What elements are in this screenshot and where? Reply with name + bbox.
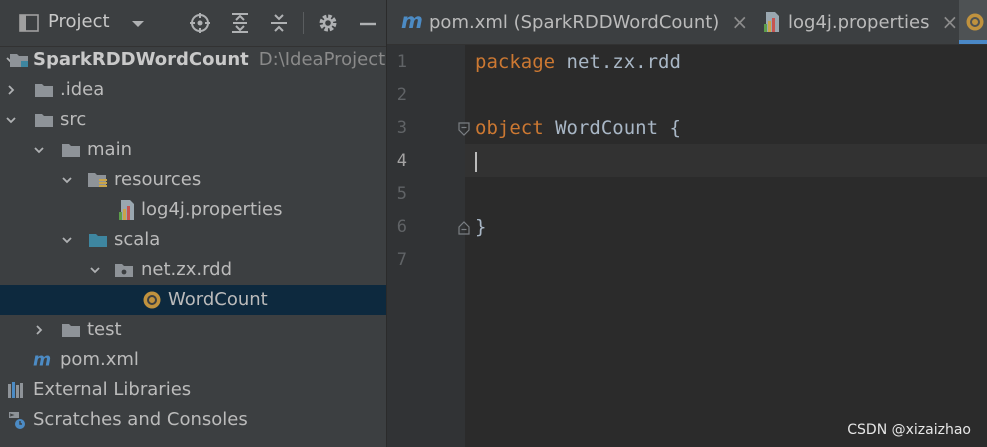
tree-item-scratches[interactable]: Scratches and Consoles [0,405,386,435]
tree-item-label: log4j.properties [141,199,283,220]
close-icon[interactable]: × [941,10,958,34]
code-text: } [475,216,487,238]
line-number: 1 [396,52,407,72]
code-line-3: object WordCount { [475,112,681,145]
tree-item-label: WordCount [168,289,268,310]
tree-item-resources[interactable]: resources [0,165,386,195]
svg-text:m: m [33,351,51,369]
tree-item-label: net.zx.rdd [141,259,233,280]
tree-item-wordcount[interactable]: WordCount [0,285,386,315]
tree-item-test[interactable]: test [0,315,386,345]
tree-item-package[interactable]: net.zx.rdd [0,255,386,285]
resources-folder-icon [87,165,109,195]
chevron-down-icon[interactable] [2,105,20,135]
tree-item-main[interactable]: main [0,135,386,165]
line-number-gutter[interactable]: 1 2 3 4 5 6 7 [387,45,470,447]
project-toolbar: Project [0,0,386,47]
gear-icon[interactable] [316,11,340,35]
folder-icon [33,75,55,105]
collapse-all-icon[interactable] [267,11,291,35]
folder-icon [60,135,82,165]
tree-item-log4j-properties[interactable]: log4j.properties [0,195,386,225]
code-keyword: object [475,117,544,139]
code-line-6: } [475,211,486,244]
locate-icon[interactable] [188,11,212,35]
code-keyword: package [475,51,556,73]
code-line-1: package net.zx.rdd [475,46,681,79]
svg-text:m: m [401,12,423,32]
tree-item-external-libraries[interactable]: External Libraries [0,375,386,405]
line-number: 7 [396,250,407,270]
tree-item-label: main [87,139,132,160]
tree-item-label: scala [114,229,161,250]
tree-item-label: test [87,319,122,340]
chevron-down-icon[interactable] [58,165,76,195]
code-text: WordCount { [543,117,681,139]
chevron-down-icon[interactable] [128,14,148,34]
editor-tab-bar: m pom.xml (SparkRDDWordCount) × log4j.pr… [387,0,987,45]
line-number: 6 [396,217,407,237]
folder-icon [33,105,55,135]
tab-label: log4j.properties [788,11,930,33]
module-folder-icon [8,45,30,75]
minimize-icon[interactable] [356,11,380,35]
package-icon [113,255,135,285]
project-path-hint: D:\IdeaProjects\S [258,49,386,70]
scratches-icon [6,405,28,435]
properties-file-icon [762,11,788,33]
tab-wordcount-active[interactable] [959,0,987,44]
chevron-right-icon[interactable] [2,75,20,105]
editor-area: m pom.xml (SparkRDDWordCount) × log4j.pr… [387,0,987,447]
folder-icon [60,315,82,345]
active-tab-indicator [959,40,987,44]
code-line-4 [475,145,477,178]
text-caret [475,151,477,172]
tab-pom-xml[interactable]: m pom.xml (SparkRDDWordCount) × [401,0,748,44]
chevron-down-icon[interactable] [58,225,76,255]
tab-label: pom.xml (SparkRDDWordCount) [429,11,720,33]
tree-item-label: src [60,109,87,130]
project-view-icon[interactable] [18,12,40,34]
close-icon[interactable]: × [731,10,748,34]
tree-item-src[interactable]: src [0,105,386,135]
libraries-icon [6,375,28,405]
maven-icon: m [33,345,55,375]
tree-item-label: resources [114,169,202,190]
chevron-right-icon[interactable] [30,315,48,345]
properties-file-icon [116,195,138,225]
tree-item-label: External Libraries [33,379,192,400]
watermark: CSDN @xizaizhao [847,422,971,438]
tree-item-label: Scratches and Consoles [33,409,248,430]
tree-item-label: .idea [60,79,105,100]
chevron-down-icon[interactable] [30,135,48,165]
line-number-current: 4 [396,151,407,171]
tab-log4j-properties[interactable]: log4j.properties × [762,0,958,44]
maven-icon: m [401,12,429,32]
line-number: 5 [396,184,407,204]
source-folder-icon [87,225,109,255]
chevron-down-icon[interactable] [86,255,104,285]
scala-object-icon [959,12,985,32]
tree-item-project-root[interactable]: SparkRDDWordCount D:\IdeaProjects\S [0,45,386,75]
toolbar-separator [303,12,304,34]
tree-item-pom-xml[interactable]: m pom.xml [0,345,386,375]
tree-item-idea[interactable]: .idea [0,75,386,105]
line-number: 2 [396,85,407,105]
scala-object-icon [141,285,163,315]
tree-item-label: pom.xml [60,349,139,370]
project-view-selector[interactable]: Project [48,11,110,32]
expand-all-icon[interactable] [228,11,252,35]
tree-item-scala[interactable]: scala [0,225,386,255]
project-tool-window: Project SparkRDDWordCount D:\IdeaProject… [0,0,386,447]
code-editor[interactable]: package net.zx.rdd object WordCount { } [465,45,987,447]
project-root-label: SparkRDDWordCount [33,49,249,70]
code-text: net.zx.rdd [555,51,681,73]
line-number: 3 [396,118,407,138]
